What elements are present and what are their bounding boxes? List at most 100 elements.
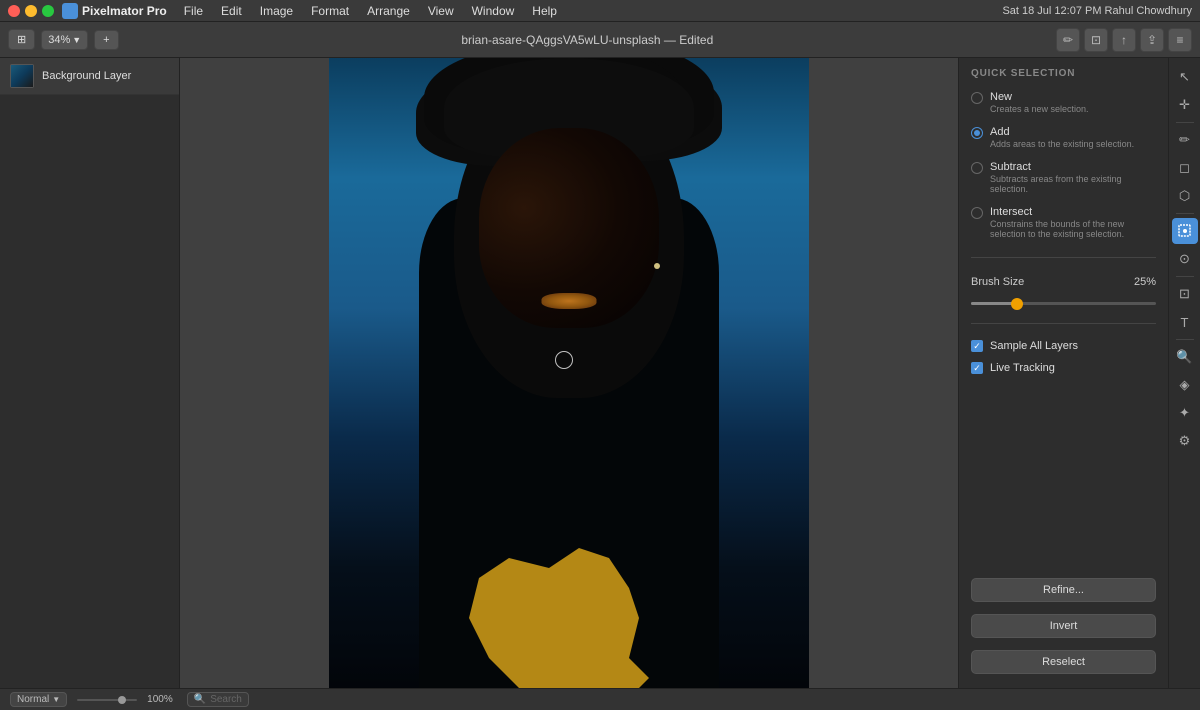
zoom-control[interactable]: 34% ▼ — [41, 30, 88, 50]
refine-button[interactable]: Refine... — [971, 578, 1156, 602]
menu-image[interactable]: Image — [253, 2, 300, 20]
zoom-chevron-icon: ▼ — [72, 35, 81, 45]
blend-mode-label: Normal — [17, 694, 49, 705]
zoom-tool-button[interactable]: 🔍 — [1172, 344, 1198, 370]
menu-file[interactable]: File — [177, 2, 210, 20]
option-subtract-label: Subtract — [990, 161, 1156, 173]
brush-size-label: Brush Size — [971, 276, 1024, 288]
option-add-text: Add Adds areas to the existing selection… — [990, 126, 1134, 149]
cursor-tool-button[interactable]: ↖ — [1172, 64, 1198, 90]
view-mode-button[interactable]: ⊞ — [8, 29, 35, 50]
zoom-percent: 100% — [147, 694, 173, 705]
radio-add[interactable] — [971, 127, 983, 139]
sample-all-layers-checkbox[interactable]: ✓ — [971, 340, 983, 352]
canvas-area[interactable] — [180, 58, 958, 688]
move-tool-button[interactable]: ✛ — [1172, 92, 1198, 118]
invert-button[interactable]: Invert — [971, 614, 1156, 638]
radio-new[interactable] — [971, 92, 983, 104]
plus-icon: + — [103, 34, 109, 46]
blend-mode-chevron-icon: ▼ — [52, 695, 60, 704]
zoom-value: 34% — [48, 34, 70, 46]
more-options-button[interactable]: ≡ — [1168, 28, 1192, 52]
selection-icon — [1178, 224, 1192, 238]
layer-thumbnail — [10, 64, 34, 88]
settings-tool-button[interactable]: ⚙ — [1172, 428, 1198, 454]
option-intersect[interactable]: Intersect Constrains the bounds of the n… — [971, 206, 1156, 239]
brush-size-slider[interactable] — [971, 302, 1156, 305]
blend-mode-selector[interactable]: Normal ▼ — [10, 692, 67, 707]
panel-title: QUICK SELECTION — [971, 68, 1156, 79]
option-subtract-desc: Subtracts areas from the existing select… — [990, 174, 1156, 194]
app-name: Pixelmator Pro — [82, 4, 167, 18]
lasso-tool-button[interactable]: ⊙ — [1172, 246, 1198, 272]
slider-thumb[interactable] — [1011, 298, 1023, 310]
zoom-slider-container — [77, 699, 137, 701]
option-intersect-label: Intersect — [990, 206, 1156, 218]
live-tracking-label: Live Tracking — [990, 362, 1055, 374]
effects-button[interactable]: ✦ — [1172, 400, 1198, 426]
zoom-track[interactable] — [77, 699, 137, 701]
document-title: brian-asare-QAggsVA5wLU-unsplash — Edite… — [125, 33, 1050, 47]
earring — [654, 263, 660, 269]
reselect-button[interactable]: Reselect — [971, 650, 1156, 674]
view-mode-icon: ⊞ — [17, 33, 26, 46]
option-new[interactable]: New Creates a new selection. — [971, 91, 1156, 114]
option-intersect-text: Intersect Constrains the bounds of the n… — [990, 206, 1156, 239]
sample-all-layers-row[interactable]: ✓ Sample All Layers — [971, 340, 1156, 352]
crop-tool-button-right[interactable]: ⊡ — [1172, 281, 1198, 307]
option-add-label: Add — [990, 126, 1134, 138]
option-subtract-text: Subtract Subtracts areas from the existi… — [990, 161, 1156, 194]
slider-track — [971, 302, 1156, 305]
search-icon: 🔍 — [194, 694, 206, 705]
menu-format[interactable]: Format — [304, 2, 356, 20]
sample-all-layers-label: Sample All Layers — [990, 340, 1078, 352]
option-new-text: New Creates a new selection. — [990, 91, 1089, 114]
menubar-right: Sat 18 Jul 12:07 PM Rahul Chowdhury — [1002, 5, 1192, 17]
search-box[interactable]: 🔍 Search — [187, 692, 249, 707]
menu-arrange[interactable]: Arrange — [360, 2, 417, 20]
crop-tool-button[interactable]: ⊡ — [1084, 28, 1108, 52]
live-tracking-row[interactable]: ✓ Live Tracking — [971, 362, 1156, 374]
eraser-tool-button[interactable]: ◻ — [1172, 155, 1198, 181]
paint-tool-button[interactable]: ✏ — [1172, 127, 1198, 153]
color-picker-button[interactable]: ◈ — [1172, 372, 1198, 398]
menu-edit[interactable]: Edit — [214, 2, 249, 20]
fullscreen-button[interactable] — [42, 5, 54, 17]
menu-help[interactable]: Help — [525, 2, 564, 20]
menu-window[interactable]: Window — [465, 2, 522, 20]
close-button[interactable] — [8, 5, 20, 17]
live-tracking-checkbox[interactable]: ✓ — [971, 362, 983, 374]
radio-add-fill — [974, 130, 980, 136]
statusbar: Normal ▼ 100% 🔍 Search — [0, 688, 1200, 710]
search-placeholder: Search — [210, 694, 242, 705]
export-button[interactable]: ↑ — [1112, 28, 1136, 52]
main-layout: Background Layer — [0, 58, 1200, 688]
selection-tool-button[interactable] — [1172, 218, 1198, 244]
layer-item[interactable]: Background Layer — [0, 58, 179, 95]
tool-separator-1 — [1176, 122, 1194, 123]
spacer — [971, 382, 1156, 570]
checkmark-icon: ✓ — [973, 342, 981, 351]
option-subtract[interactable]: Subtract Subtracts areas from the existi… — [971, 161, 1156, 194]
radio-subtract[interactable] — [971, 162, 983, 174]
tool-separator-4 — [1176, 339, 1194, 340]
tool-separator-3 — [1176, 276, 1194, 277]
share-button[interactable]: ⇪ — [1140, 28, 1164, 52]
canvas-background — [329, 58, 809, 688]
brush-size-row: Brush Size 25% — [971, 276, 1156, 288]
minimize-button[interactable] — [25, 5, 37, 17]
canvas-image — [329, 58, 809, 688]
selection-cursor — [555, 351, 573, 369]
menu-view[interactable]: View — [421, 2, 461, 20]
option-add[interactable]: Add Adds areas to the existing selection… — [971, 126, 1156, 149]
lips-detail — [542, 293, 597, 309]
layer-name: Background Layer — [42, 70, 131, 82]
zoom-thumb[interactable] — [118, 696, 126, 704]
pen-tool-button[interactable]: ✏ — [1056, 28, 1080, 52]
radio-intersect[interactable] — [971, 207, 983, 219]
right-toolbox: ↖ ✛ ✏ ◻ ⬡ ⊙ ⊡ T 🔍 ◈ ✦ ⚙ — [1168, 58, 1200, 688]
add-layer-button[interactable]: + — [94, 30, 118, 50]
type-tool-button[interactable]: T — [1172, 309, 1198, 335]
quick-selection-panel: QUICK SELECTION New Creates a new select… — [958, 58, 1168, 688]
fill-tool-button[interactable]: ⬡ — [1172, 183, 1198, 209]
